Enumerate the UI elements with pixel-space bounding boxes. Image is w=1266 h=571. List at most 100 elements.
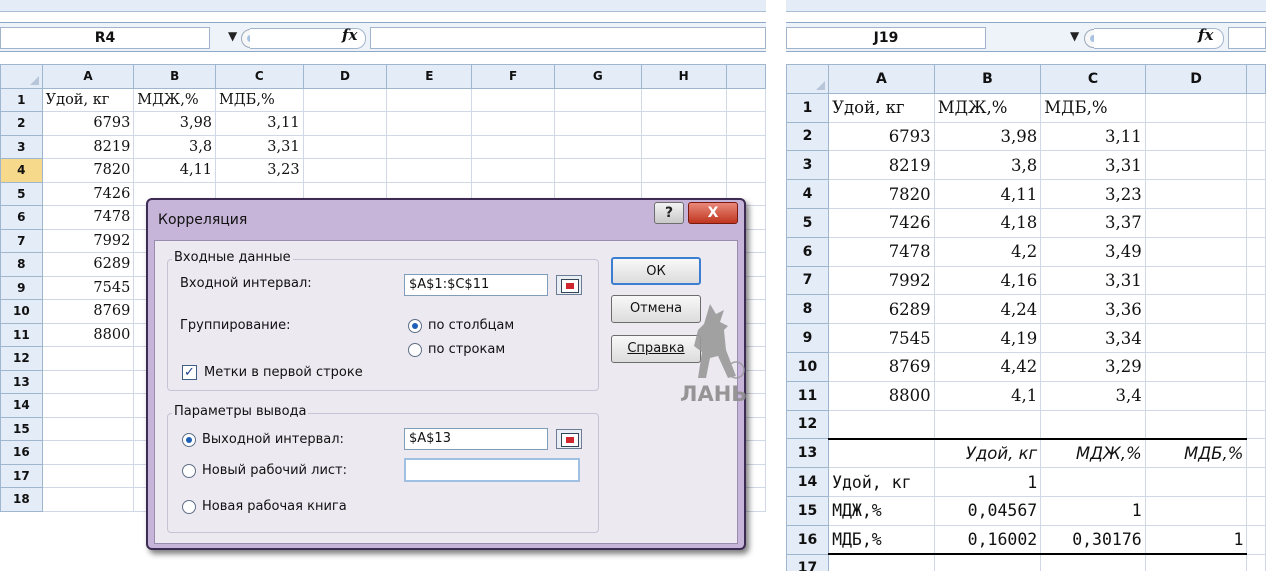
cell[interactable] [471,134,555,159]
cell[interactable] [1246,380,1266,411]
row-header[interactable]: 8 [786,294,830,325]
cell[interactable] [1246,351,1266,382]
row-header[interactable]: 16 [786,524,830,555]
row-header[interactable]: 10 [786,351,830,382]
cell[interactable] [1040,409,1146,440]
output-range-radio[interactable] [182,433,196,447]
cell[interactable] [1246,553,1266,571]
cell[interactable] [1246,294,1266,325]
name-box[interactable]: R4 [0,27,210,49]
column-header[interactable]: F [471,64,555,89]
column-header[interactable]: C [215,64,304,89]
cell[interactable] [1144,121,1248,152]
cell[interactable]: 4,18 [933,207,1042,238]
cell[interactable]: 3,37 [1040,207,1146,238]
dialog-close-icon[interactable]: X [688,202,738,224]
cell[interactable] [41,463,135,488]
cell[interactable] [1144,294,1248,325]
row-header[interactable]: 4 [786,179,830,209]
cell[interactable]: 8769 [828,351,935,382]
cell[interactable] [1144,351,1248,382]
cell[interactable]: 1 [933,467,1042,497]
row-header[interactable]: 5 [786,207,830,238]
cell[interactable]: 4,2 [933,236,1042,267]
cell[interactable]: 7426 [828,207,935,238]
row-header[interactable]: 6 [786,236,830,267]
cell[interactable]: МДБ,% [828,524,935,556]
cell[interactable]: 3,11 [215,111,304,136]
column-header[interactable]: E [386,64,473,89]
cell[interactable] [1246,207,1266,238]
cell[interactable] [828,553,935,571]
row-header[interactable]: 10 [0,299,43,324]
cell[interactable]: 3,31 [1040,150,1146,181]
cell[interactable]: МДЖ,% [933,92,1042,123]
column-header[interactable]: C [1040,64,1146,94]
cell[interactable]: МДБ,% [1040,92,1146,123]
cell[interactable]: 3,4 [1040,380,1146,411]
cell[interactable] [471,111,555,136]
cell[interactable]: 4,16 [933,265,1042,296]
row-header[interactable]: 2 [786,121,830,152]
cell[interactable] [471,158,555,183]
new-sheet-radio[interactable] [182,464,196,478]
cell[interactable] [725,158,766,183]
ok-button[interactable]: ОК [611,257,701,285]
cell[interactable] [1246,467,1266,497]
cell[interactable] [41,369,135,394]
cell[interactable]: 3,8 [133,134,217,159]
cell[interactable]: 8219 [828,150,935,181]
cell[interactable] [725,111,766,136]
cell[interactable]: МДЖ,% [828,495,935,526]
cell[interactable]: 3,23 [215,158,304,183]
select-all-corner[interactable] [786,64,830,94]
cell[interactable]: 7478 [41,205,135,230]
cell[interactable]: Удой, кг [828,467,935,497]
cell[interactable]: 4,24 [933,294,1042,325]
cell[interactable]: 4,11 [133,158,217,183]
cell[interactable] [1040,553,1146,571]
row-header[interactable]: 13 [786,438,830,469]
dialog-help-icon[interactable]: ? [654,202,684,224]
cell[interactable] [1144,236,1248,267]
cell[interactable]: 8769 [41,299,135,324]
cell[interactable] [933,409,1042,440]
row-header[interactable]: 2 [0,111,43,136]
cell[interactable]: 4,42 [933,351,1042,382]
row-header[interactable]: 9 [786,323,830,353]
cell[interactable]: 0,30176 [1040,524,1146,556]
row-header[interactable]: 18 [0,487,43,512]
cell[interactable]: 8219 [41,134,135,159]
select-all-corner[interactable] [0,64,43,89]
cell[interactable]: 1 [1144,524,1248,556]
cell[interactable]: 3,36 [1040,294,1146,325]
row-header[interactable]: 3 [0,134,43,159]
cell[interactable]: 7820 [828,179,935,209]
cell[interactable] [386,111,473,136]
new-sheet-name-field[interactable] [404,458,580,482]
output-range-collapse-icon[interactable] [556,429,582,449]
by-rows-radio[interactable] [408,343,422,357]
row-header[interactable]: 9 [0,275,43,300]
cell[interactable]: 7426 [41,181,135,206]
row-header[interactable]: 17 [786,553,830,571]
cell[interactable] [1144,207,1248,238]
cell[interactable] [1144,179,1248,209]
new-sheet-label[interactable]: Новый рабочий лист: [202,463,347,478]
cell[interactable] [553,158,642,183]
row-header[interactable]: 14 [0,393,43,418]
by-columns-radio[interactable] [408,319,422,333]
cell[interactable] [828,437,935,469]
cell[interactable]: 0,04567 [933,495,1042,526]
cell[interactable]: 8800 [41,322,135,347]
row-header[interactable]: 11 [786,380,830,411]
cell[interactable]: 4,11 [933,179,1042,209]
cell[interactable]: 3,31 [215,134,304,159]
column-header[interactable]: B [133,64,217,89]
cell[interactable]: 3,34 [1040,323,1146,353]
cell[interactable] [553,87,642,112]
new-book-radio[interactable] [182,500,196,514]
row-header[interactable]: 14 [786,467,830,497]
cell[interactable]: 3,11 [1040,121,1146,152]
cell[interactable]: 3,23 [1040,179,1146,209]
